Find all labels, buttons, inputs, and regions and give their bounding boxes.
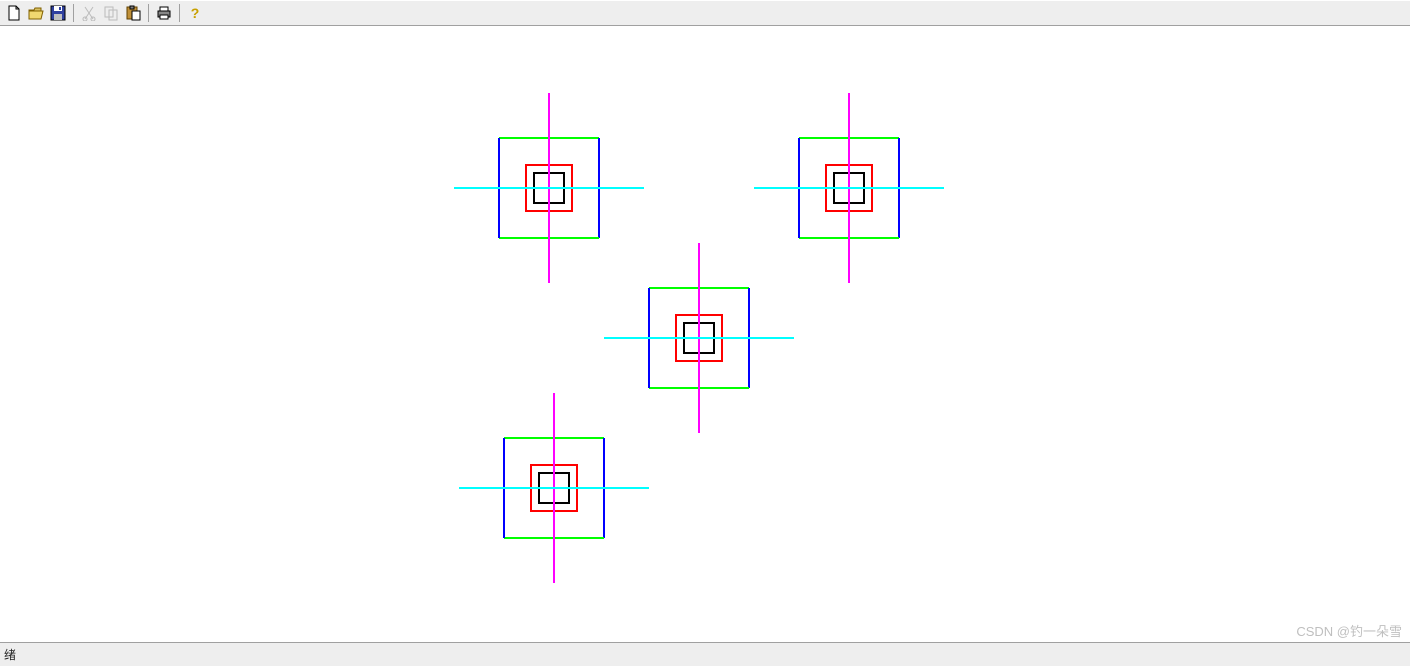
- svg-text:?: ?: [191, 5, 200, 21]
- status-text: 绪: [4, 646, 16, 663]
- open-file-icon: [28, 5, 44, 21]
- toolbar-separator: [73, 4, 74, 22]
- copy-icon: [103, 5, 119, 21]
- paste-button[interactable]: [123, 3, 143, 23]
- toolbar: ?: [0, 0, 1410, 26]
- help-button[interactable]: ?: [185, 3, 205, 23]
- toolbar-separator: [179, 4, 180, 22]
- save-file-icon: [50, 5, 66, 21]
- drawing-canvas[interactable]: [0, 26, 1410, 642]
- print-icon: [156, 5, 172, 21]
- print-button[interactable]: [154, 3, 174, 23]
- cut-button: [79, 3, 99, 23]
- help-icon: ?: [187, 5, 203, 21]
- status-bar: 绪: [0, 642, 1410, 666]
- paste-icon: [125, 5, 141, 21]
- canvas-svg: [0, 26, 1410, 642]
- copy-button: [101, 3, 121, 23]
- open-file-button[interactable]: [26, 3, 46, 23]
- toolbar-separator: [148, 4, 149, 22]
- save-file-button[interactable]: [48, 3, 68, 23]
- cut-icon: [81, 5, 97, 21]
- new-file-button[interactable]: [4, 3, 24, 23]
- new-file-icon: [6, 5, 22, 21]
